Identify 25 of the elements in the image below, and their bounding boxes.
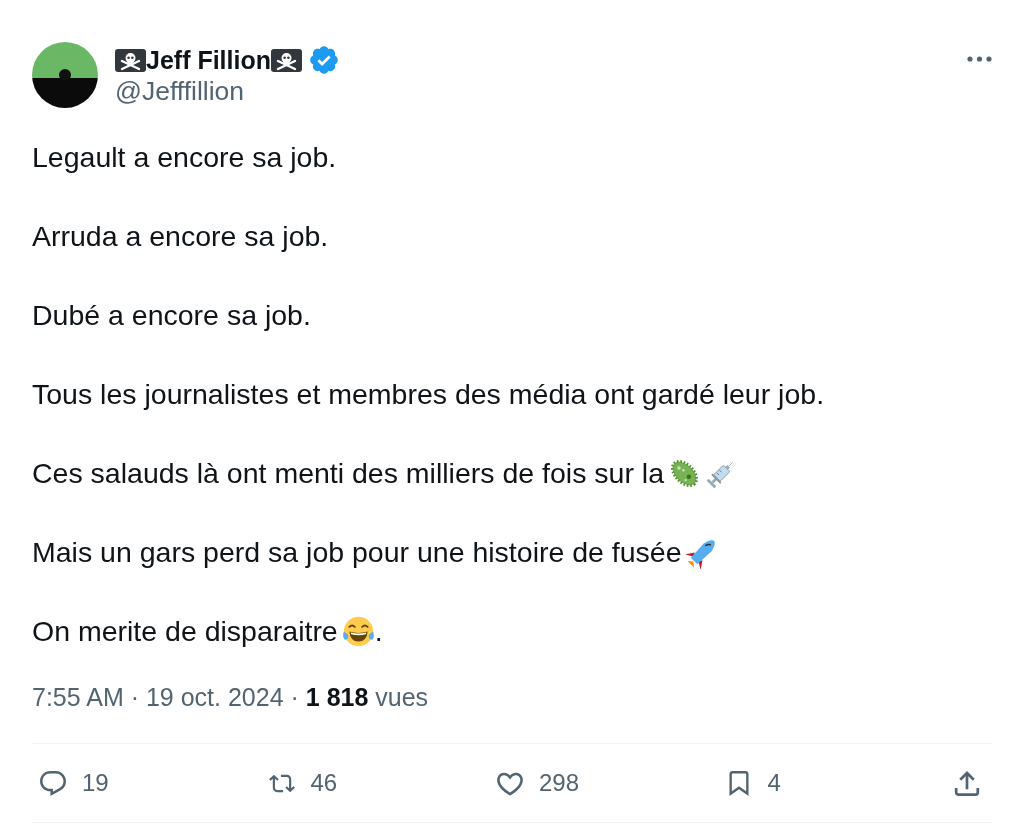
reply-button[interactable]: 19 (40, 769, 109, 797)
laughing-tears-emoji-icon (341, 615, 375, 648)
heart-icon (497, 770, 523, 796)
repost-button[interactable]: 46 (268, 769, 338, 797)
share-upload-icon (954, 770, 980, 796)
speech-bubble-icon (40, 770, 66, 796)
post-text: Legault a encore sa job. (32, 141, 337, 173)
post-text: Dubé a encore sa job. (32, 299, 311, 331)
post-text: Ces salauds là ont menti des milliers de fois sur la (32, 457, 665, 489)
avatar-image[interactable] (32, 42, 98, 108)
post-text: . (374, 615, 383, 647)
post-text: Mais un gars perd sa job pour une histoire de fusée (32, 536, 682, 568)
pirate-flag-icon (271, 48, 302, 72)
more-button[interactable] (967, 56, 992, 62)
like-button[interactable]: 298 (497, 769, 580, 797)
display-name[interactable]: Jeff Fillion (146, 44, 271, 76)
post-text: On merite de disparaitre (32, 615, 338, 647)
post-text: Arruda a encore sa job. (32, 220, 329, 252)
post-text: Tous les journalistes et membres des média ont gardé leur job. (32, 378, 825, 410)
pirate-flag-icon (115, 48, 146, 72)
more-icon (967, 56, 992, 62)
share-button[interactable] (954, 770, 980, 796)
post-timestamp-views: 7:55 AM · 19 oct. 2024 · 1 818 vues (32, 682, 429, 712)
username[interactable]: @Jefffillion (115, 76, 245, 106)
bookmark-button[interactable]: 4 (725, 769, 781, 797)
